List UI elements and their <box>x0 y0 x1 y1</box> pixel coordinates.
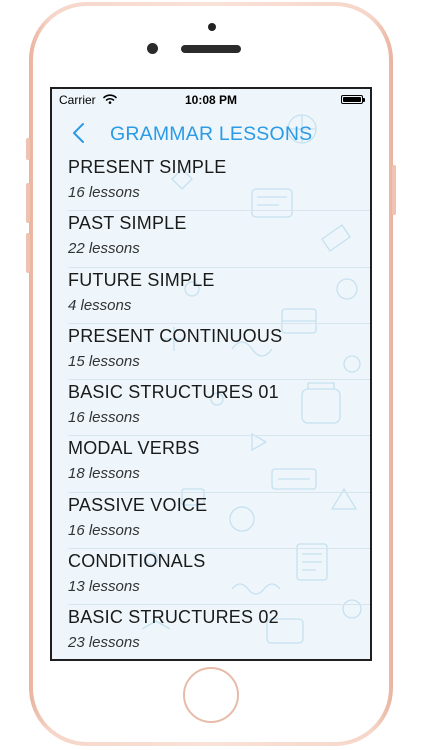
front-camera <box>147 43 158 54</box>
lesson-count: 16 lessons <box>68 521 140 539</box>
chevron-left-icon[interactable] <box>69 121 89 145</box>
app-screen: Carrier 10:08 PM GRAMMAR LESSONS PRESENT… <box>50 87 372 661</box>
navigation-bar: GRAMMAR LESSONS <box>52 111 370 155</box>
lesson-row[interactable]: PAST SIMPLE 22 lessons <box>52 211 370 268</box>
lesson-count: 4 lessons <box>68 296 132 314</box>
phone-volume-up <box>26 183 30 223</box>
lesson-count: 13 lessons <box>68 578 140 596</box>
lesson-row[interactable]: PASSIVE VOICE 16 lessons <box>52 493 370 550</box>
lesson-title: CONDITIONALS <box>68 551 206 572</box>
home-button[interactable] <box>183 667 239 723</box>
status-time: 10:08 PM <box>184 93 238 107</box>
status-bar: Carrier 10:08 PM <box>52 89 370 111</box>
lesson-row[interactable]: CONDITIONALS 13 lessons <box>52 549 370 606</box>
lesson-row[interactable]: MODAL VERBS 18 lessons <box>52 436 370 493</box>
lesson-title: PAST SIMPLE <box>68 213 187 234</box>
lesson-title: FUTURE SIMPLE <box>68 269 215 290</box>
lesson-count: 22 lessons <box>68 240 140 258</box>
earpiece-speaker <box>181 45 241 53</box>
lesson-count: 16 lessons <box>68 184 140 201</box>
phone-silent-switch <box>26 138 30 160</box>
lesson-list: PRESENT SIMPLE 16 lessons PAST SIMPLE 22… <box>52 155 370 659</box>
lesson-row[interactable]: FUTURE SIMPLE 4 lessons <box>52 268 370 324</box>
lesson-count: 23 lessons <box>68 634 140 652</box>
lesson-title: BASIC STRUCTURES 01 <box>68 382 279 403</box>
lesson-title: MODAL VERBS <box>68 438 200 459</box>
lesson-title: PASSIVE VOICE <box>68 494 208 515</box>
lesson-title: PRESENT CONTINUOUS <box>68 325 283 346</box>
page-title: GRAMMAR LESSONS <box>110 123 313 145</box>
lesson-row[interactable]: PRESENT CONTINUOUS 15 lessons <box>52 324 370 381</box>
lesson-row[interactable]: BASIC STRUCTURES 01 16 lessons <box>52 380 370 437</box>
battery-icon <box>341 95 365 104</box>
lesson-title: BASIC STRUCTURES 02 <box>68 607 279 628</box>
lesson-row[interactable]: PRESENT SIMPLE 16 lessons <box>52 155 370 212</box>
proximity-sensor <box>208 23 216 31</box>
phone-power-button <box>392 165 396 215</box>
lesson-title: PRESENT SIMPLE <box>68 157 227 177</box>
phone-volume-down <box>26 233 30 273</box>
lesson-row[interactable]: BASIC STRUCTURES 02 23 lessons <box>52 605 370 659</box>
lesson-count: 16 lessons <box>68 409 140 427</box>
lesson-count: 15 lessons <box>68 352 140 370</box>
lesson-count: 18 lessons <box>68 465 140 483</box>
